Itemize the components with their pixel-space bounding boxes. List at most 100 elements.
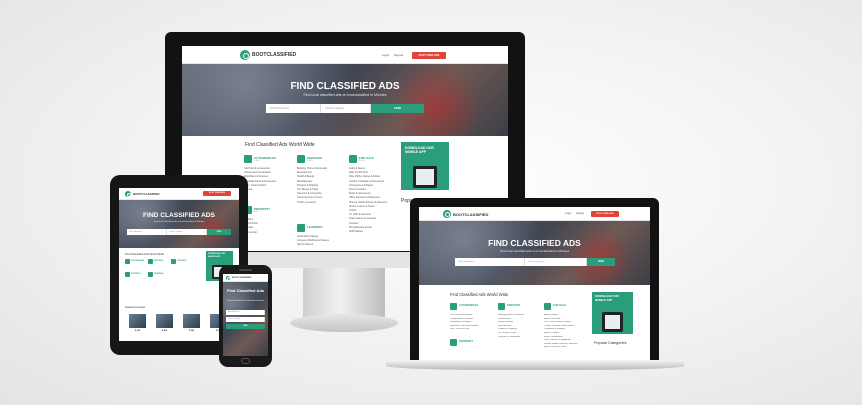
category-for-sale[interactable]: FOR SALE Audio & Stereo Baby & Kids Stuf… [544, 303, 590, 361]
subcategory-item[interactable]: Stuff Wanted [349, 230, 399, 234]
desktop-logo[interactable]: BOOTCLASSIFIED [240, 50, 296, 60]
subcategory-item[interactable]: Sports, Leisure & Travel [544, 346, 590, 350]
search-input-category[interactable]: Choose category [321, 104, 371, 113]
search-input-what[interactable]: What?Anywhere [127, 229, 167, 235]
category-learning[interactable]: LEARNING [148, 272, 170, 282]
logo-mark-icon [443, 210, 451, 218]
search-input-category[interactable]: Choose category [226, 317, 265, 322]
featured-listings-title: Featured Listings [125, 306, 145, 309]
listing-price: $ 320 [134, 330, 140, 332]
hero-subtitle: Find local classified ads on bootclassif… [153, 221, 205, 223]
listing-thumbnail[interactable] [183, 314, 200, 328]
monitor-stand-neck [303, 268, 385, 320]
phone-hero: Find Classified Ads Find local classifie… [223, 282, 268, 356]
hero-title: FIND CLASSIFIED ADS [290, 81, 400, 92]
smartphone: BOOTCLASSIFIED Find Classified Ads Find … [219, 265, 272, 367]
app-promo-banner[interactable]: DOWNLOAD OUR MOBILE APP [401, 142, 449, 190]
subcategory-list: Building, Home & Removals Entertainment … [498, 314, 542, 339]
laptop-navbar: BOOTCLASSIFIED Login Signup POST FREE AD… [419, 207, 650, 221]
category-services[interactable]: SERVICES Building, Home & Removals Enter… [498, 303, 542, 361]
search-button[interactable]: FIND [587, 258, 615, 266]
login-link[interactable]: Login [565, 212, 571, 215]
phone-mockup-icon [602, 312, 623, 332]
hero-search-bar: What?Anywhere Choose category FIND [266, 104, 424, 113]
popular-categories-title: Popular Categories [594, 341, 627, 345]
subcategory-list: Automobile Classes Computer Multimedia C… [297, 235, 329, 247]
logo-mark-icon [125, 191, 132, 198]
category-property[interactable]: PROPERTY 890 For Rent Land & Plots For S… [244, 206, 294, 246]
tablet-hero: FIND CLASSIFIED ADS Find local classifie… [119, 200, 239, 248]
category-name: AUTOMOBILES [459, 304, 479, 307]
app-promo-banner[interactable]: DOWNLOAD OUR MOBILE APP [592, 292, 633, 334]
tag-icon [349, 155, 357, 163]
phone-home-button[interactable] [241, 358, 250, 364]
subcategory-list: Audio & Stereo Baby & Kids Stuff CDs, DV… [544, 314, 590, 350]
briefcase-icon [498, 303, 505, 310]
laptop-site-screen: BOOTCLASSIFIED Login Signup POST FREE AD… [419, 207, 650, 362]
categories-title: Find Classified Ads World Wide [245, 142, 315, 148]
category-name: FOR SALE [177, 260, 187, 262]
category-name: LEARNING [154, 273, 164, 275]
category-name: PROPERTY [131, 273, 141, 275]
category-property[interactable]: PROPERTY [125, 272, 147, 282]
category-name: AUTOMOBILES [131, 260, 145, 262]
search-button[interactable]: FIND [226, 324, 265, 329]
logo-mark-icon [226, 276, 231, 281]
categories-title: Find Classified Ads World Wide [125, 252, 164, 256]
post-ad-button[interactable]: POST FREE ADS [412, 52, 446, 59]
search-input-what[interactable]: What?Anywhere [266, 104, 321, 113]
subcategory-list: Audio & Stereo Baby & Kids Stuff CDs, DV… [349, 167, 399, 234]
category-services[interactable]: SERVICES [148, 259, 170, 269]
search-button[interactable]: FIND [371, 104, 424, 113]
hero-title: FIND CLASSIFIED ADS [488, 238, 581, 248]
listing-thumbnail[interactable] [129, 314, 146, 328]
category-learning[interactable]: LEARNING Automobile Classes Computer Mul… [297, 224, 347, 249]
subcategory-item[interactable]: Vans, Trucks & Plant [450, 328, 496, 332]
subcategory-item[interactable]: Tuition & Lessons [297, 201, 347, 205]
search-input-what[interactable]: What?Anywhere [226, 310, 265, 315]
phone-speaker [239, 269, 252, 271]
tablet-logo[interactable]: BOOTCLASSIFIED [125, 191, 160, 198]
listing-thumbnail[interactable] [156, 314, 173, 328]
logo-text: BOOTCLASSIFIED [252, 52, 297, 58]
subcategory-item[interactable]: Telecoms & Computing [498, 336, 542, 340]
house-icon [450, 339, 457, 346]
subcategory-list: Building, Home & Removals Entertainment … [297, 167, 347, 205]
hero-title: FIND CLASSIFIED ADS [143, 212, 215, 219]
hero-subtitle: Find local classified ads on bootclassif… [227, 301, 264, 302]
hero-search-bar: What?Anywhere Choose category FIND [127, 229, 231, 235]
search-input-what[interactable]: What?Anywhere [455, 258, 525, 266]
laptop-logo[interactable]: BOOTCLASSIFIED [443, 210, 488, 218]
subcategory-item[interactable]: Wanted [244, 188, 294, 192]
phone-logo[interactable]: BOOTCLASSIFIED [226, 276, 251, 281]
post-ad-button[interactable]: POST FREE ADS [591, 211, 619, 217]
search-button[interactable]: FIND [207, 229, 231, 235]
category-for-sale[interactable]: FOR SALE 3,110 Audio & Stereo Baby & Kid… [349, 155, 399, 250]
login-link[interactable]: Login [382, 53, 389, 57]
category-name: SERVICES [154, 260, 164, 262]
category-name: SERVICES [507, 304, 521, 307]
post-ad-button[interactable]: POST FREE ADS [203, 191, 231, 196]
tag-icon [544, 303, 551, 310]
phone-navbar: BOOTCLASSIFIED [223, 274, 268, 282]
category-automobiles[interactable]: AUTOMOBILES Car Parts & Accessories Camp… [450, 303, 496, 361]
hero-title: Find Classified Ads [227, 288, 264, 293]
category-count: 2,358 [254, 160, 260, 162]
category-for-sale[interactable]: FOR SALE [171, 259, 193, 269]
app-promo-text: DOWNLOAD OUR MOBILE APP [405, 146, 434, 155]
hero-search-bar: What?Anywhere Choose category FIND [455, 258, 615, 266]
monitor-stand-base [290, 314, 398, 332]
category-automobiles[interactable]: AUTOMOBILES [125, 259, 147, 269]
hero-subtitle: Find local classified ads on bootclassif… [499, 249, 570, 253]
category-count: 3,110 [359, 160, 365, 162]
laptop: BOOTCLASSIFIED Login Signup POST FREE AD… [410, 198, 659, 362]
search-input-category[interactable]: Choose category [167, 229, 207, 235]
car-icon [125, 259, 130, 264]
desktop-hero: FIND CLASSIFIED ADS Find local classifie… [182, 64, 508, 136]
signup-link[interactable]: Signup [394, 53, 403, 57]
tablet-navbar: BOOTCLASSIFIED POST FREE ADS [119, 188, 239, 200]
categories-title: Find Classified Ads World Wide [450, 292, 509, 297]
subcategory-item[interactable]: Sports Classes [297, 243, 329, 247]
signup-link[interactable]: Signup [576, 212, 584, 215]
search-input-category[interactable]: Choose category [525, 258, 587, 266]
